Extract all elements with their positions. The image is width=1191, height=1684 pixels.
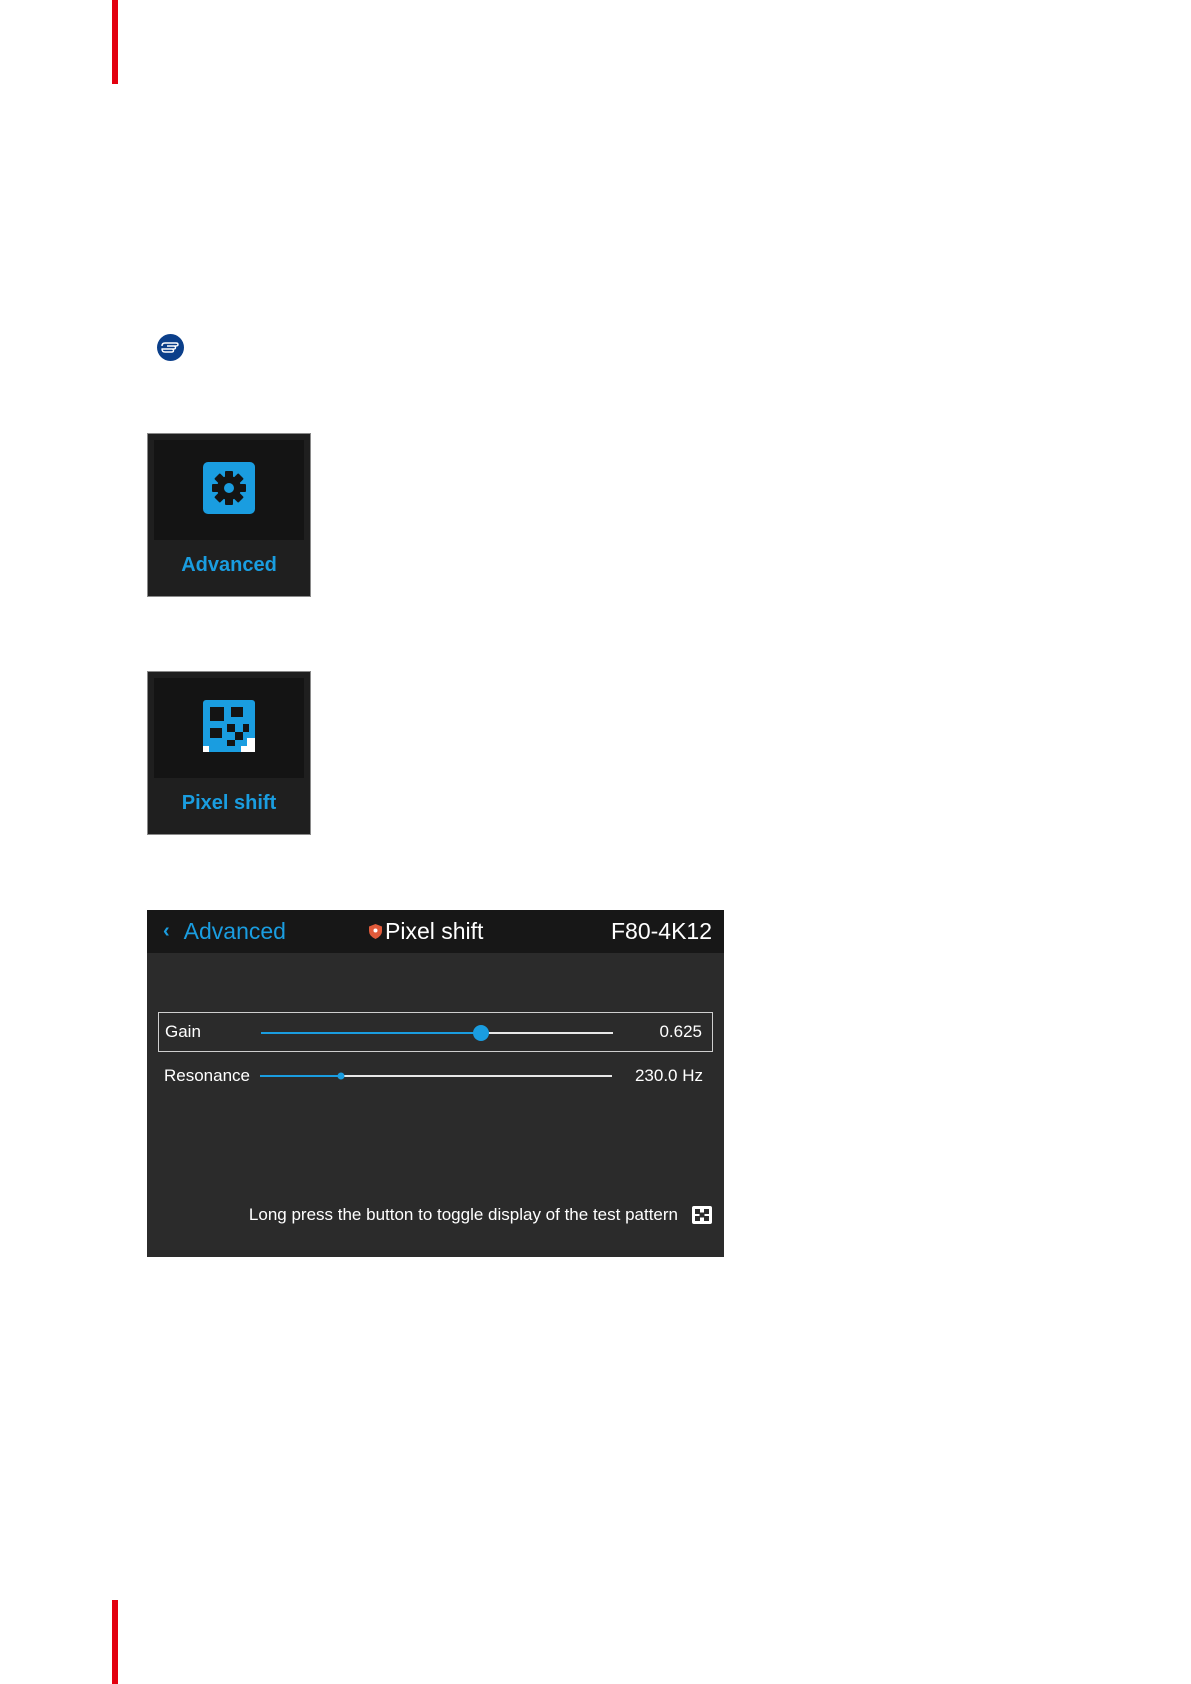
pixel-shift-screen: ‹ Advanced Pixel shift F80-4K12 Gain 0.6… xyxy=(147,910,724,1257)
model-name: F80-4K12 xyxy=(610,918,712,944)
screen-title: Pixel shift xyxy=(369,910,483,953)
resonance-label: Resonance xyxy=(164,1066,251,1085)
gain-setting-row[interactable]: Gain 0.625 xyxy=(158,1012,713,1052)
gain-slider-knob[interactable] xyxy=(473,1025,489,1041)
gain-slider[interactable] xyxy=(261,1025,613,1041)
test-pattern-hint: Long press the button to toggle display … xyxy=(249,1202,712,1228)
screen-header: ‹ Advanced Pixel shift F80-4K12 xyxy=(147,910,724,953)
page-margin-bar-top xyxy=(112,0,118,84)
advanced-menu-tile[interactable]: Advanced xyxy=(147,433,311,597)
page-margin-bar-bottom xyxy=(112,1600,118,1684)
chevron-left-icon: ‹ xyxy=(163,920,170,942)
resonance-value: 230.0 Hz xyxy=(634,1066,703,1085)
gain-slider-fill xyxy=(261,1032,481,1034)
pixel-shift-tile-label: Pixel shift xyxy=(181,792,277,814)
test-pattern-icon xyxy=(692,1206,712,1224)
hint-text: Long press the button to toggle display … xyxy=(248,1205,678,1224)
pixel-shift-icon xyxy=(203,699,255,757)
shield-icon xyxy=(369,924,382,939)
resonance-slider[interactable] xyxy=(260,1072,612,1080)
advanced-tile-label: Advanced xyxy=(181,554,277,576)
back-label: Advanced xyxy=(183,918,286,944)
back-button[interactable]: ‹ Advanced xyxy=(163,910,286,953)
resonance-slider-fill xyxy=(260,1075,341,1077)
gain-value: 0.625 xyxy=(659,1022,702,1041)
pixel-shift-menu-tile[interactable]: Pixel shift xyxy=(147,671,311,835)
resonance-slider-knob[interactable] xyxy=(337,1072,345,1080)
resonance-setting-row[interactable]: Resonance 230.0 Hz xyxy=(158,1056,713,1096)
pointing-hand-icon xyxy=(157,334,184,361)
gear-icon xyxy=(203,461,255,519)
gain-label: Gain xyxy=(165,1022,201,1041)
screen-title-text: Pixel shift xyxy=(385,918,484,944)
